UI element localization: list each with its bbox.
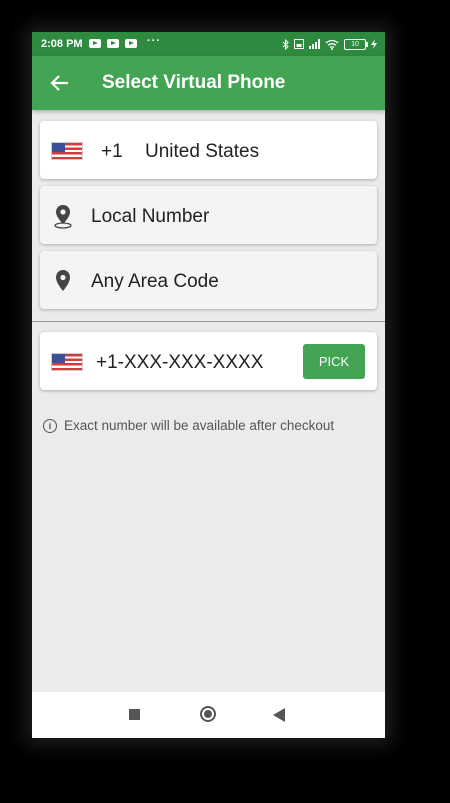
country-selector[interactable]: +1 United States (40, 121, 377, 179)
battery-icon: 10 (344, 38, 368, 50)
system-nav-bar (32, 692, 385, 738)
info-icon: i (43, 418, 57, 433)
info-note: i Exact number will be available after c… (43, 418, 334, 433)
pick-button[interactable]: PICK (303, 344, 365, 379)
area-code-label: Any Area Code (91, 271, 219, 292)
country-code: +1 (101, 141, 123, 162)
country-name: United States (145, 141, 260, 162)
youtube-notification-icon (125, 39, 137, 48)
phone-number: +1-XXX-XXX-XXXX (96, 352, 264, 373)
phone-number-card: +1-XXX-XXX-XXXX PICK (40, 332, 377, 390)
signal-icon (309, 39, 320, 49)
home-icon[interactable] (200, 706, 216, 722)
recent-apps-icon[interactable] (129, 709, 140, 720)
area-code-selector[interactable]: Any Area Code (40, 251, 377, 309)
section-divider (32, 321, 385, 322)
bluetooth-icon (282, 38, 289, 50)
page-title: Select Virtual Phone (102, 72, 286, 93)
youtube-notification-icon (107, 39, 119, 48)
app-bar: Select Virtual Phone (32, 56, 385, 110)
status-time: 2:08 PM (41, 38, 83, 50)
youtube-notification-icon (89, 39, 101, 48)
more-notifications-icon: ··· (147, 35, 161, 47)
back-arrow-icon[interactable] (48, 71, 72, 95)
location-pin-icon (56, 270, 70, 291)
volte-icon (294, 39, 304, 49)
number-type-label: Local Number (91, 206, 210, 227)
status-icons: 10 (282, 37, 377, 51)
nav-back-icon[interactable] (273, 708, 285, 722)
status-bar: 2:08 PM ··· 10 (32, 32, 385, 56)
phone-screen: 2:08 PM ··· 10 Select Virtual Phone +1 U… (32, 32, 385, 738)
us-flag-icon (51, 142, 83, 160)
info-text: Exact number will be available after che… (64, 418, 335, 433)
charging-icon (371, 39, 377, 49)
wifi-icon (325, 39, 339, 50)
map-pin-icon (54, 205, 72, 229)
us-flag-icon (51, 353, 83, 371)
number-type-selector[interactable]: Local Number (40, 186, 377, 244)
